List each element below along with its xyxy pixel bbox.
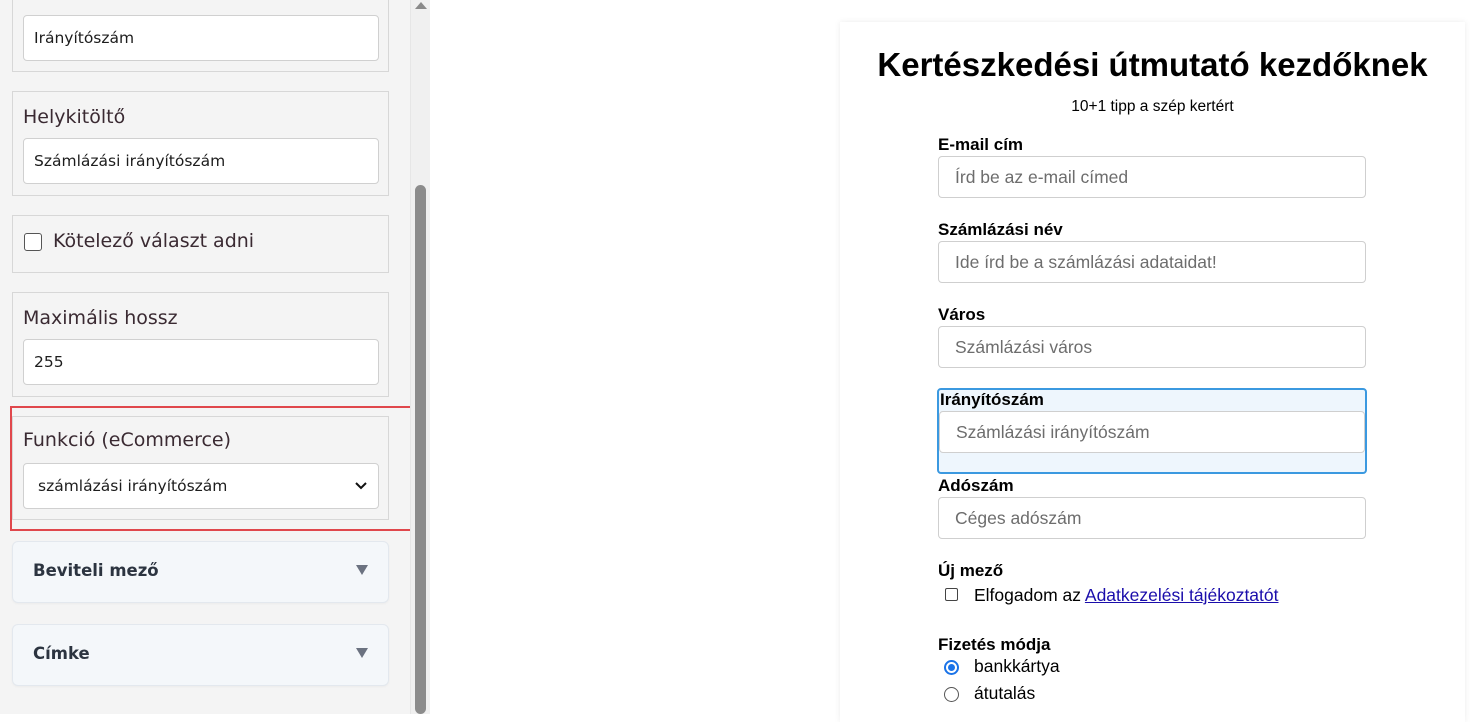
caret-down-icon [356,648,368,658]
required-panel: Kötelező választ adni [12,215,389,273]
sidebar-scrollbar[interactable] [410,0,430,714]
tax-number-field[interactable]: Céges adószám [938,497,1366,539]
label-panel: Irányítószám [12,0,389,72]
form-subtitle: 10+1 tipp a szép kertért [1071,98,1234,115]
tax-number-label: Adószám [938,476,1014,495]
accordion-input-field[interactable]: Beviteli mező [12,541,389,603]
radio-transfer[interactable] [944,687,959,702]
maxlength-label: Maximális hossz [23,307,178,329]
scroll-up-icon[interactable] [415,2,427,9]
accordion-label[interactable]: Címke [12,624,389,686]
privacy-policy-link[interactable]: Adatkezelési tájékoztatót [1085,585,1279,605]
form-preview: Kertészkedési útmutató kezdőknek 10+1 ti… [840,22,1465,722]
required-label[interactable]: Kötelező választ adni [53,230,254,252]
label-input[interactable]: Irányítószám [23,15,379,61]
radio-card-label[interactable]: bankkártya [974,656,1060,677]
email-label: E-mail cím [938,135,1024,154]
billing-name-field[interactable]: Ide írd be a számlázási adataidat! [938,241,1366,283]
city-label: Város [938,305,986,324]
required-checkbox[interactable] [24,233,42,251]
email-field[interactable]: Írd be az e-mail címed [938,156,1366,198]
radio-card[interactable] [944,660,959,675]
zip-label: Irányítószám [940,390,1044,409]
billing-name-label: Számlázási név [938,220,1063,239]
payment-label: Fizetés módja [938,635,1051,654]
maxlength-panel: Maximális hossz 255 [12,292,389,397]
zip-field[interactable]: Számlázási irányítószám [939,411,1365,453]
scroll-thumb[interactable] [415,185,426,714]
accordion-label-label: Címke [33,644,90,663]
city-field[interactable]: Számlázási város [938,326,1366,368]
placeholder-label: Helykitöltő [23,106,126,128]
consent-text: Elfogadom az Adatkezelési tájékoztatót [974,585,1279,606]
placeholder-panel: Helykitöltő Számlázási irányítószám [12,91,389,196]
highlight-box [10,406,410,531]
radio-transfer-label[interactable]: átutalás [974,683,1035,704]
maxlength-input[interactable]: 255 [23,339,379,385]
caret-down-icon [356,565,368,575]
new-field-label: Új mező [938,561,1004,580]
consent-checkbox[interactable] [945,588,958,601]
form-title: Kertészkedési útmutató kezdőknek [877,46,1428,83]
settings-sidebar: Irányítószám Helykitöltő Számlázási irán… [0,0,410,714]
placeholder-input[interactable]: Számlázási irányítószám [23,138,379,184]
consent-prefix: Elfogadom az [974,585,1085,605]
accordion-input-field-label: Beviteli mező [33,561,159,580]
